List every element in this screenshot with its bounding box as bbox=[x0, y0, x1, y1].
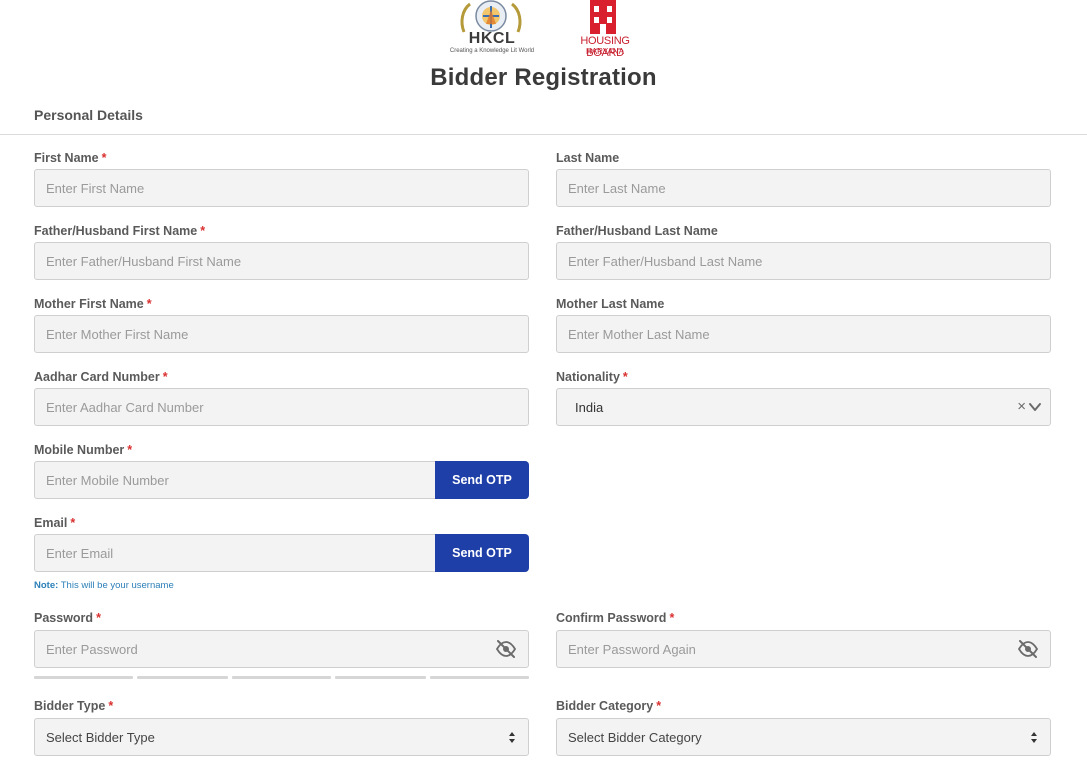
mobile-input[interactable] bbox=[34, 461, 436, 499]
mother-first-name-label: Mother First Name * bbox=[34, 297, 152, 311]
eye-slash-icon[interactable] bbox=[495, 640, 517, 658]
required-mark: * bbox=[146, 297, 152, 311]
note-label: Note: bbox=[34, 580, 59, 591]
confirm-password-label-text: Confirm Password bbox=[556, 611, 667, 625]
required-mark: * bbox=[101, 151, 107, 165]
confirm-password-label: Confirm Password * bbox=[556, 611, 674, 625]
required-mark: * bbox=[622, 370, 628, 384]
nationality-label-text: Nationality bbox=[556, 370, 620, 384]
aadhar-label-text: Aadhar Card Number bbox=[34, 370, 160, 384]
required-mark: * bbox=[108, 699, 114, 713]
password-strength-segment bbox=[232, 676, 331, 679]
required-mark: * bbox=[669, 611, 675, 625]
first-name-label-text: First Name bbox=[34, 151, 99, 165]
father-first-name-label: Father/Husband First Name * bbox=[34, 224, 205, 238]
select-arrows-icon bbox=[1031, 732, 1037, 743]
email-label: Email * bbox=[34, 516, 75, 530]
close-icon[interactable]: × bbox=[1017, 399, 1026, 415]
password-strength-segment bbox=[34, 676, 133, 679]
mobile-label-text: Mobile Number bbox=[34, 443, 125, 457]
mother-first-name-input[interactable] bbox=[34, 315, 529, 353]
chevron-down-icon[interactable] bbox=[1028, 400, 1042, 414]
last-name-label: Last Name bbox=[556, 151, 619, 165]
required-mark: * bbox=[127, 443, 133, 457]
hkcl-tagline: Creating a Knowledge Lit World bbox=[449, 48, 535, 54]
password-strength-segment bbox=[335, 676, 426, 679]
hkcl-logo: HKCL Creating a Knowledge Lit World bbox=[444, 0, 540, 58]
first-name-label: First Name * bbox=[34, 151, 106, 165]
first-name-input[interactable] bbox=[34, 169, 529, 207]
required-mark: * bbox=[162, 370, 168, 384]
housing-board-line2: HARYANA bbox=[586, 47, 624, 56]
required-mark: * bbox=[200, 224, 206, 238]
mobile-send-otp-button[interactable]: Send OTP bbox=[435, 461, 529, 499]
email-note: Note: This will be your username bbox=[34, 580, 174, 591]
last-name-input[interactable] bbox=[556, 169, 1051, 207]
nationality-value: India bbox=[575, 400, 604, 415]
bidder-type-label: Bidder Type * bbox=[34, 699, 113, 713]
bidder-type-select[interactable]: Select Bidder Type bbox=[34, 718, 529, 756]
header-logos: HKCL Creating a Knowledge Lit World HOUS… bbox=[0, 0, 1087, 60]
bidder-category-label-text: Bidder Category bbox=[556, 699, 654, 713]
father-last-name-label: Father/Husband Last Name bbox=[556, 224, 718, 238]
page-title: Bidder Registration bbox=[430, 64, 657, 91]
father-first-name-input[interactable] bbox=[34, 242, 529, 280]
email-label-text: Email bbox=[34, 516, 68, 530]
hkcl-emblem-icon bbox=[460, 0, 522, 33]
father-last-name-label-text: Father/Husband Last Name bbox=[556, 224, 718, 238]
section-divider bbox=[0, 134, 1087, 135]
bidder-category-label: Bidder Category * bbox=[556, 699, 661, 713]
nationality-select[interactable]: India × bbox=[556, 388, 1051, 426]
housing-board-emblem-icon bbox=[590, 0, 616, 34]
bidder-type-label-text: Bidder Type bbox=[34, 699, 106, 713]
aadhar-label: Aadhar Card Number * bbox=[34, 370, 168, 384]
email-send-otp-button[interactable]: Send OTP bbox=[435, 534, 529, 572]
required-mark: * bbox=[96, 611, 101, 625]
bidder-type-value: Select Bidder Type bbox=[46, 730, 155, 745]
housing-board-logo: HOUSING BOARD HARYANA bbox=[566, 0, 644, 59]
father-last-name-input[interactable] bbox=[556, 242, 1051, 280]
password-label: Password * bbox=[34, 611, 101, 625]
select-arrows-icon bbox=[509, 732, 515, 743]
email-input[interactable] bbox=[34, 534, 436, 572]
hkcl-logo-text: HKCL bbox=[468, 30, 516, 47]
mother-last-name-input[interactable] bbox=[556, 315, 1051, 353]
last-name-label-text: Last Name bbox=[556, 151, 620, 165]
section-title: Personal Details bbox=[34, 107, 143, 123]
confirm-password-input[interactable] bbox=[556, 630, 1051, 668]
aadhar-input[interactable] bbox=[34, 388, 529, 426]
eye-slash-icon[interactable] bbox=[1017, 640, 1039, 658]
bidder-category-value: Select Bidder Category bbox=[568, 730, 702, 745]
mobile-label: Mobile Number * bbox=[34, 443, 132, 457]
father-first-name-label-text: Father/Husband First Name bbox=[34, 224, 198, 238]
mother-last-name-label-text: Mother Last Name bbox=[556, 297, 665, 311]
required-mark: * bbox=[70, 516, 76, 530]
password-input[interactable] bbox=[34, 630, 529, 668]
password-strength-segment bbox=[137, 676, 228, 679]
required-mark: * bbox=[656, 699, 662, 713]
password-label-text: Password bbox=[34, 611, 94, 625]
bidder-category-select[interactable]: Select Bidder Category bbox=[556, 718, 1051, 756]
password-strength-segment bbox=[430, 676, 529, 679]
nationality-label: Nationality * bbox=[556, 370, 628, 384]
mother-first-name-label-text: Mother First Name bbox=[34, 297, 144, 311]
mother-last-name-label: Mother Last Name bbox=[556, 297, 664, 311]
note-text: This will be your username bbox=[60, 580, 174, 591]
